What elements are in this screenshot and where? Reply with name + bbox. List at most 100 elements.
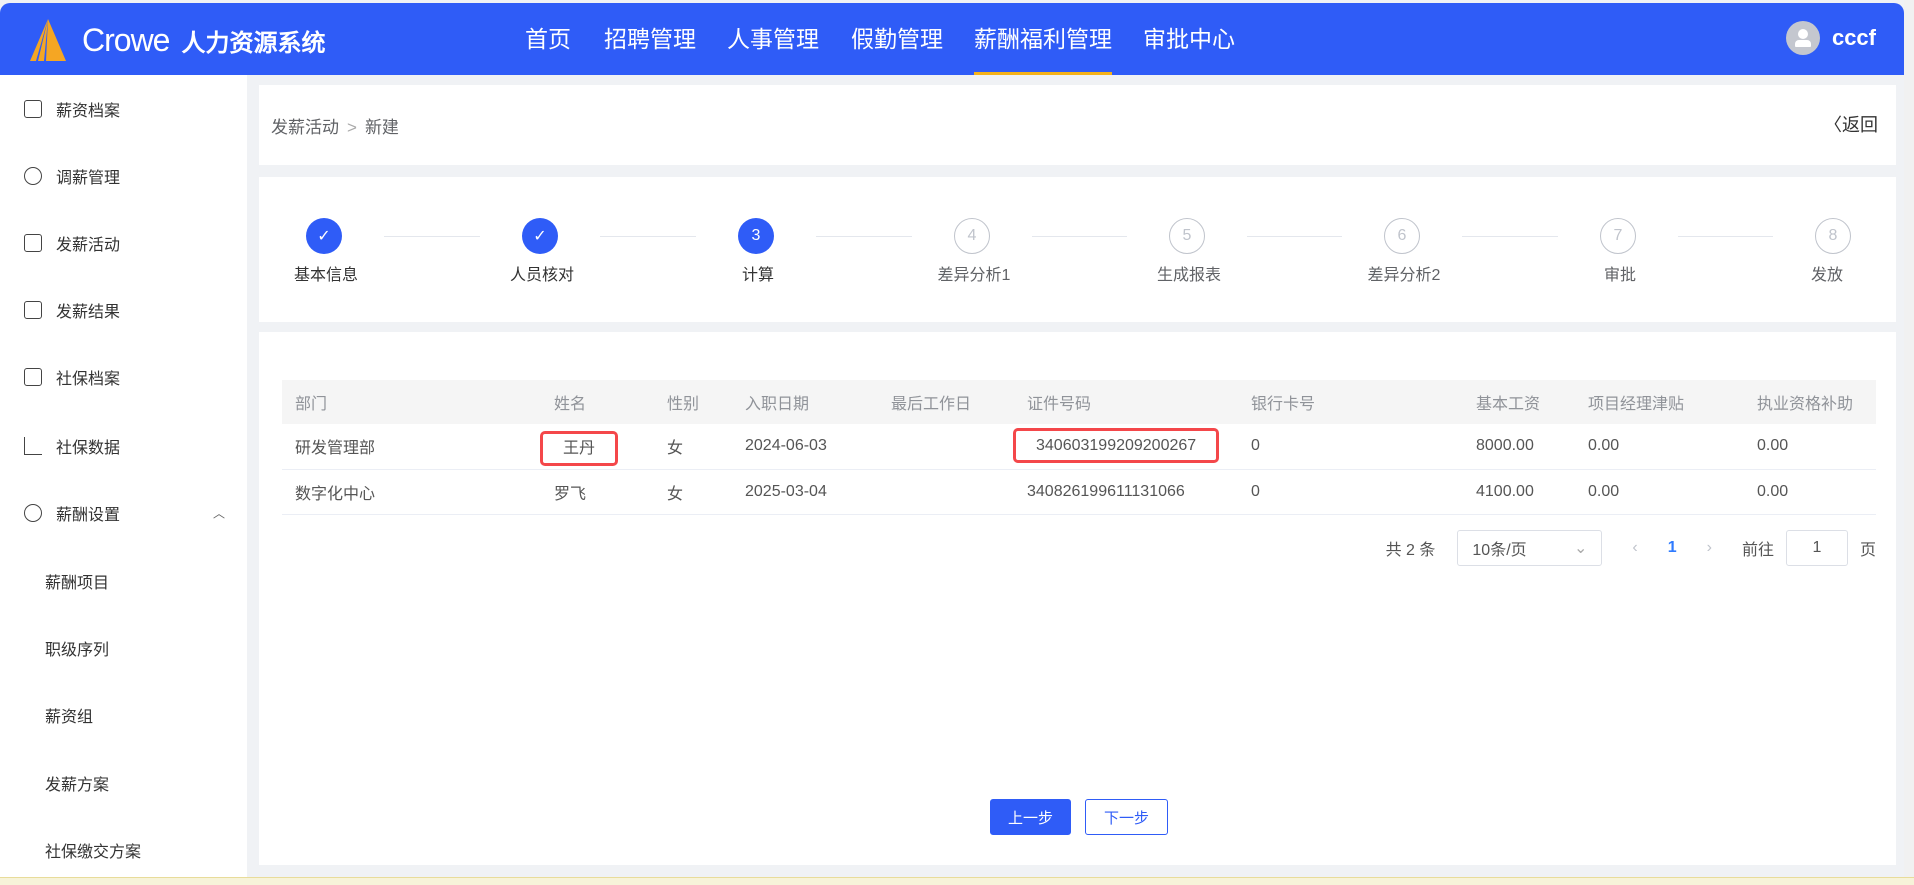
table-cell: 8000.00 xyxy=(1463,424,1575,470)
step-label: 审批 xyxy=(1603,267,1637,284)
cell-value: 2025-03-04 xyxy=(745,482,827,500)
cell-value: 研发管理部 xyxy=(295,440,376,458)
sidebar-subitem-payroll-plan[interactable]: 发薪方案 xyxy=(45,771,109,795)
cell-value: 女 xyxy=(667,440,684,458)
sidebar-item-social-data[interactable]: 社保数据 xyxy=(24,434,120,458)
step-number: 6 xyxy=(1384,218,1420,254)
table-cell: 数字化中心 xyxy=(282,469,541,515)
system-name: 人力资源系统 xyxy=(181,29,326,57)
table-cell: 4100.00 xyxy=(1463,469,1575,515)
table-header: 部门 姓名 性别 入职日期 最后工作日 证件号码 银行卡号 基本工资 项目经理津贴 执业资格补助 xyxy=(282,380,1876,424)
step-label: 计算 xyxy=(741,267,775,284)
username: cccf xyxy=(1831,25,1876,50)
check-icon: ✓ xyxy=(306,218,342,254)
logo: Crowe 人力资源系统 xyxy=(22,17,325,63)
clipboard-check-icon xyxy=(24,301,42,319)
step-number: 5 xyxy=(1169,218,1205,254)
next-page-icon[interactable]: › xyxy=(1707,539,1712,557)
grid-icon xyxy=(24,368,42,386)
table-cell: 2025-03-04 xyxy=(732,469,878,515)
table-row: 研发管理部 王丹 女 2024-06-03 340603199209200267 0 800… xyxy=(282,424,1876,470)
sidebar-item-social-archive[interactable]: 社保档案 xyxy=(24,365,120,389)
cell-value: 8000.00 xyxy=(1476,437,1534,455)
breadcrumb: 发薪活动 > 新建 xyxy=(271,113,399,138)
sidebar-item-payroll-activity[interactable]: 发薪活动 xyxy=(24,231,120,255)
goto-page-input[interactable]: 1 xyxy=(1785,530,1848,566)
sidebar-subitem-grade-series[interactable]: 职级序列 xyxy=(45,636,109,660)
nav-attendance[interactable]: 假勤管理 xyxy=(851,3,943,75)
step-number: 7 xyxy=(1600,218,1636,254)
user-menu[interactable]: cccf xyxy=(1785,21,1876,55)
table-cell xyxy=(878,424,1014,470)
prev-page-icon[interactable]: ‹ xyxy=(1632,539,1637,557)
step-label: 发放 xyxy=(1810,267,1844,284)
exchange-icon xyxy=(24,167,42,185)
bottom-bar xyxy=(0,877,1914,885)
top-header: Crowe 人力资源系统 首页 招聘管理 人事管理 假勤管理 薪酬福利管理 审批… xyxy=(0,3,1904,75)
prev-step-button[interactable]: 上一步 xyxy=(990,799,1071,835)
sidebar-subitem-salary-items[interactable]: 薪酬项目 xyxy=(45,569,109,593)
sidebar-subitem-social-plan[interactable]: 社保缴交方案 xyxy=(45,838,141,862)
page-size-select[interactable]: 10条/页 ⌄ xyxy=(1457,530,1603,566)
table-cell: 2024-06-03 xyxy=(732,424,878,470)
total-count: 共 2 条 xyxy=(1385,542,1436,559)
column-header: 银行卡号 xyxy=(1238,380,1463,424)
column-header: 最后工作日 xyxy=(878,380,1014,424)
step-number: 3 xyxy=(738,218,774,254)
cell-value: 2024-06-03 xyxy=(745,437,827,455)
step-label: 基本信息 xyxy=(293,267,359,284)
step-connector xyxy=(1678,236,1773,237)
table-cell: 340826199611131066 xyxy=(1014,469,1238,515)
breadcrumb-card: 发薪活动 > 新建 〈返回 xyxy=(259,85,1896,165)
sidebar-subitem-salary-group[interactable]: 薪资组 xyxy=(45,703,93,727)
next-step-button[interactable]: 下一步 xyxy=(1085,799,1168,835)
pagination: 共 2 条 10条/页 ⌄ ‹ 1 › 前往 1 页 xyxy=(1386,530,1876,566)
chevron-up-icon[interactable]: ︿ xyxy=(213,505,225,522)
nav-personnel[interactable]: 人事管理 xyxy=(727,3,819,75)
sidebar-item-payroll-result[interactable]: 发薪结果 xyxy=(24,298,120,322)
sidebar-item-salary-settings[interactable]: 薪酬设置 xyxy=(24,501,120,525)
brand-name: Crowe xyxy=(82,21,170,58)
table-cell: 0.00 xyxy=(1575,424,1744,470)
sidebar-item-salary-archive[interactable]: 薪资档案 xyxy=(24,97,120,121)
cell-value: 罗飞 xyxy=(554,485,587,503)
step-label: 生成报表 xyxy=(1156,267,1222,284)
step-label: 差异分析1 xyxy=(937,267,1011,284)
table-card: 部门 姓名 性别 入职日期 最后工作日 证件号码 银行卡号 基本工资 项目经理津贴 执业资格补助 … xyxy=(259,332,1896,865)
cell-value: 4100.00 xyxy=(1476,482,1534,500)
avatar xyxy=(1785,21,1820,55)
table-cell: 0.00 xyxy=(1744,469,1876,515)
column-header: 性别 xyxy=(654,380,732,424)
crowe-logo-icon xyxy=(30,19,66,61)
table-cell: 0.00 xyxy=(1575,469,1744,515)
step-connector xyxy=(600,236,696,237)
breadcrumb-parent[interactable]: 发薪活动 xyxy=(271,118,339,137)
breadcrumb-current: 新建 xyxy=(364,118,399,137)
nav-payroll[interactable]: 薪酬福利管理 xyxy=(974,3,1112,75)
highlighted-cell-value: 340603199209200267 xyxy=(1012,428,1220,464)
table-cell: 0.00 xyxy=(1744,424,1876,470)
cell-value: 340826199611131066 xyxy=(1027,482,1185,500)
page-number[interactable]: 1 xyxy=(1668,539,1677,557)
table-cell: 罗飞 xyxy=(541,469,654,515)
list-icon xyxy=(24,234,42,252)
chevron-left-icon: 〈 xyxy=(1824,115,1842,135)
column-header: 基本工资 xyxy=(1463,380,1575,424)
back-button[interactable]: 〈返回 xyxy=(1824,111,1878,137)
steps-card: ✓ 基本信息 ✓ 人员核对 3 计算 4 差异分析1 5 生成报表 6 差异分析2 7 审批 8 发放 xyxy=(259,177,1896,322)
nav-home[interactable]: 首页 xyxy=(525,3,571,75)
cell-value: 0.00 xyxy=(1588,482,1620,500)
sidebar: 薪资档案 调薪管理 发薪活动 发薪结果 社保档案 社保数据 薪酬设置 ︿ 薪酬项… xyxy=(0,75,247,877)
nav-approval[interactable]: 审批中心 xyxy=(1143,3,1235,75)
scrollbar[interactable] xyxy=(1904,0,1914,877)
table-cell: 王丹 xyxy=(539,424,654,470)
table-cell: 女 xyxy=(654,469,732,515)
column-header: 入职日期 xyxy=(732,380,878,424)
column-header: 证件号码 xyxy=(1014,380,1238,424)
column-header: 姓名 xyxy=(541,380,654,424)
chevron-down-icon: ⌄ xyxy=(1574,540,1588,557)
column-header: 执业资格补助 xyxy=(1744,380,1876,424)
step-label: 差异分析2 xyxy=(1367,267,1441,284)
nav-recruit[interactable]: 招聘管理 xyxy=(604,3,696,75)
sidebar-item-salary-adjust[interactable]: 调薪管理 xyxy=(24,164,120,188)
